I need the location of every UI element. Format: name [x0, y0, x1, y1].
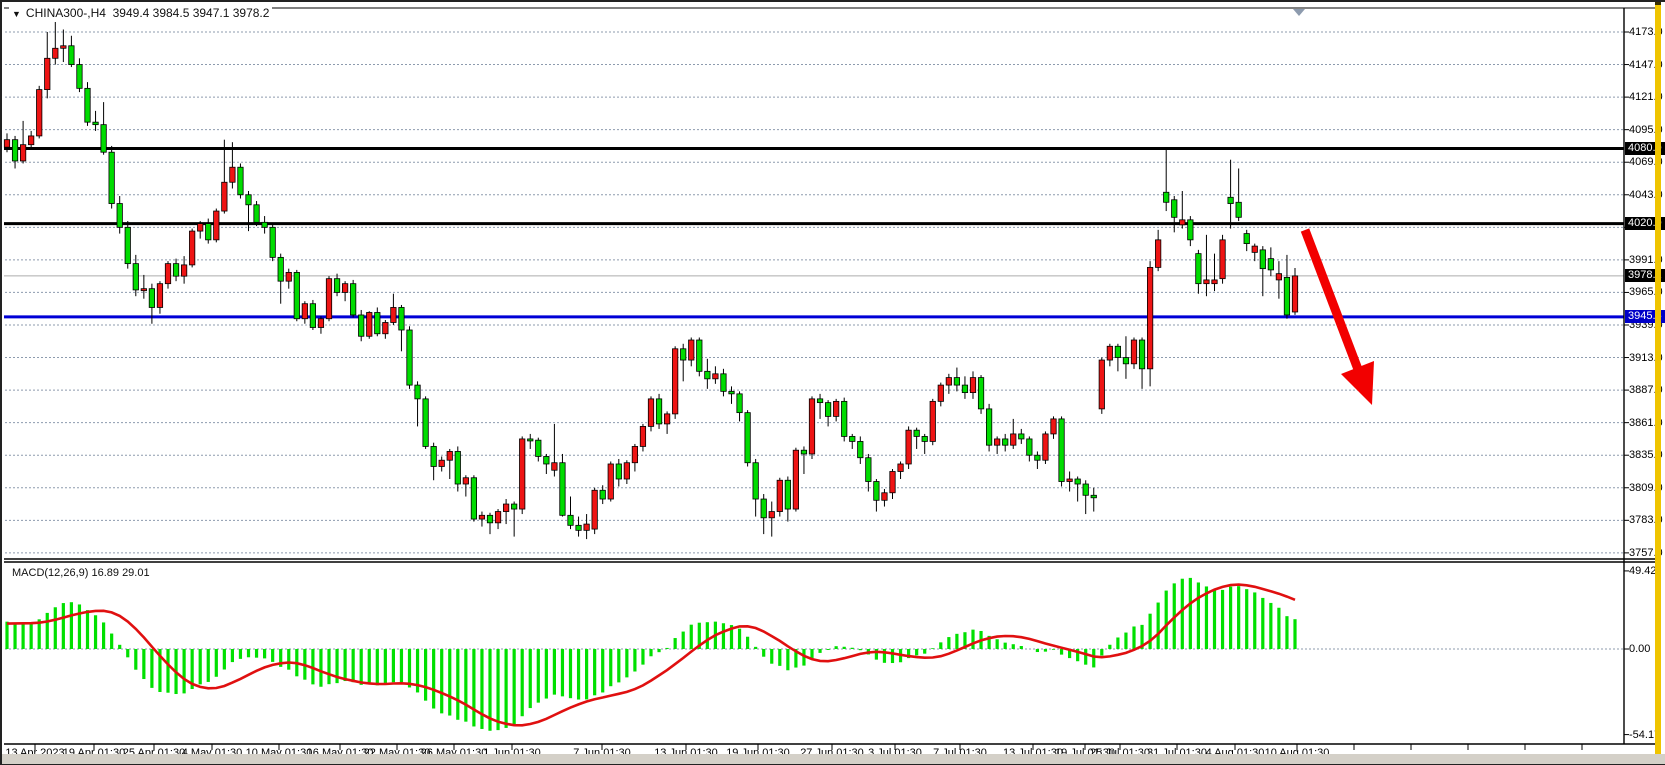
window-edge-strip: [1655, 2, 1661, 757]
chart-canvas[interactable]: [2, 2, 1665, 765]
macd-indicator-label: MACD(12,26,9) 16.89 29.01: [10, 567, 152, 579]
macd-values: 16.89 29.01: [91, 567, 149, 579]
symbol-dropdown-icon[interactable]: ▼: [12, 9, 21, 19]
macd-tick-label: 49.42: [1629, 565, 1657, 577]
chart-legend: ▼ CHINA300-,H4 3949.4 3984.5 3947.1 3978.…: [9, 6, 272, 20]
window-bottom-strip: [2, 754, 1665, 765]
ohlc-values-label: 3949.4 3984.5 3947.1 3978.2: [113, 6, 270, 20]
macd-tick-label: 0.00: [1629, 643, 1650, 655]
macd-name: MACD(12,26,9): [12, 567, 88, 579]
latest-bar-marker-icon: [1293, 9, 1305, 16]
mt4-chart-window: ▼ CHINA300-,H4 3949.4 3984.5 3947.1 3978.…: [0, 0, 1665, 765]
down-arrow-annotation: [1341, 361, 1374, 405]
symbol-timeframe-label: CHINA300-,H4: [26, 6, 106, 20]
